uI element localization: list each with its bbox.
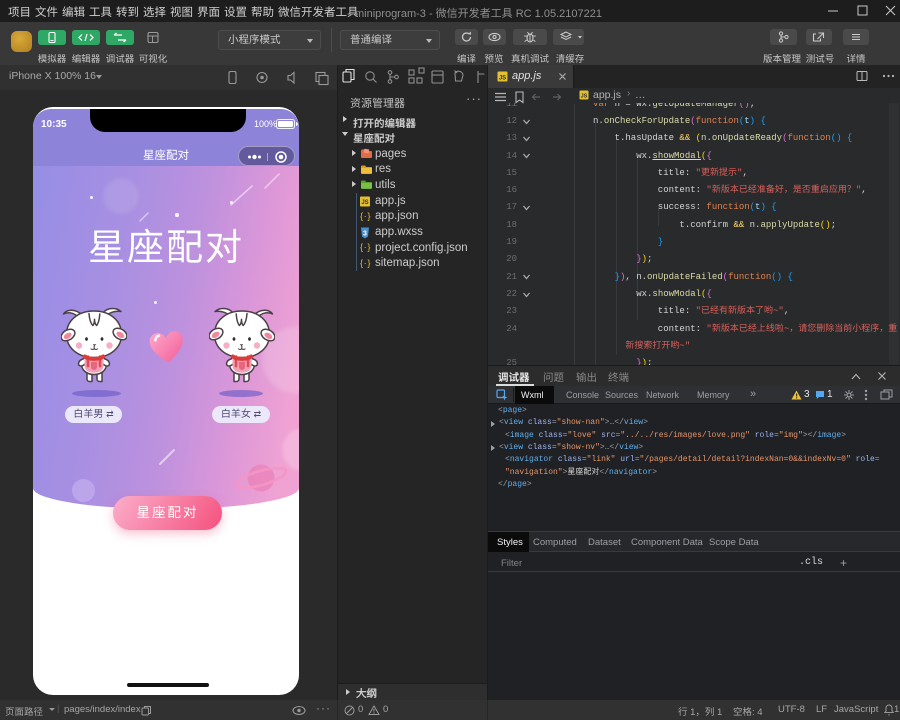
svg-text:JS: JS xyxy=(361,200,368,206)
svg-text:JS: JS xyxy=(581,94,588,100)
svg-text:3: 3 xyxy=(363,230,367,237)
svg-text:JS: JS xyxy=(499,75,506,81)
